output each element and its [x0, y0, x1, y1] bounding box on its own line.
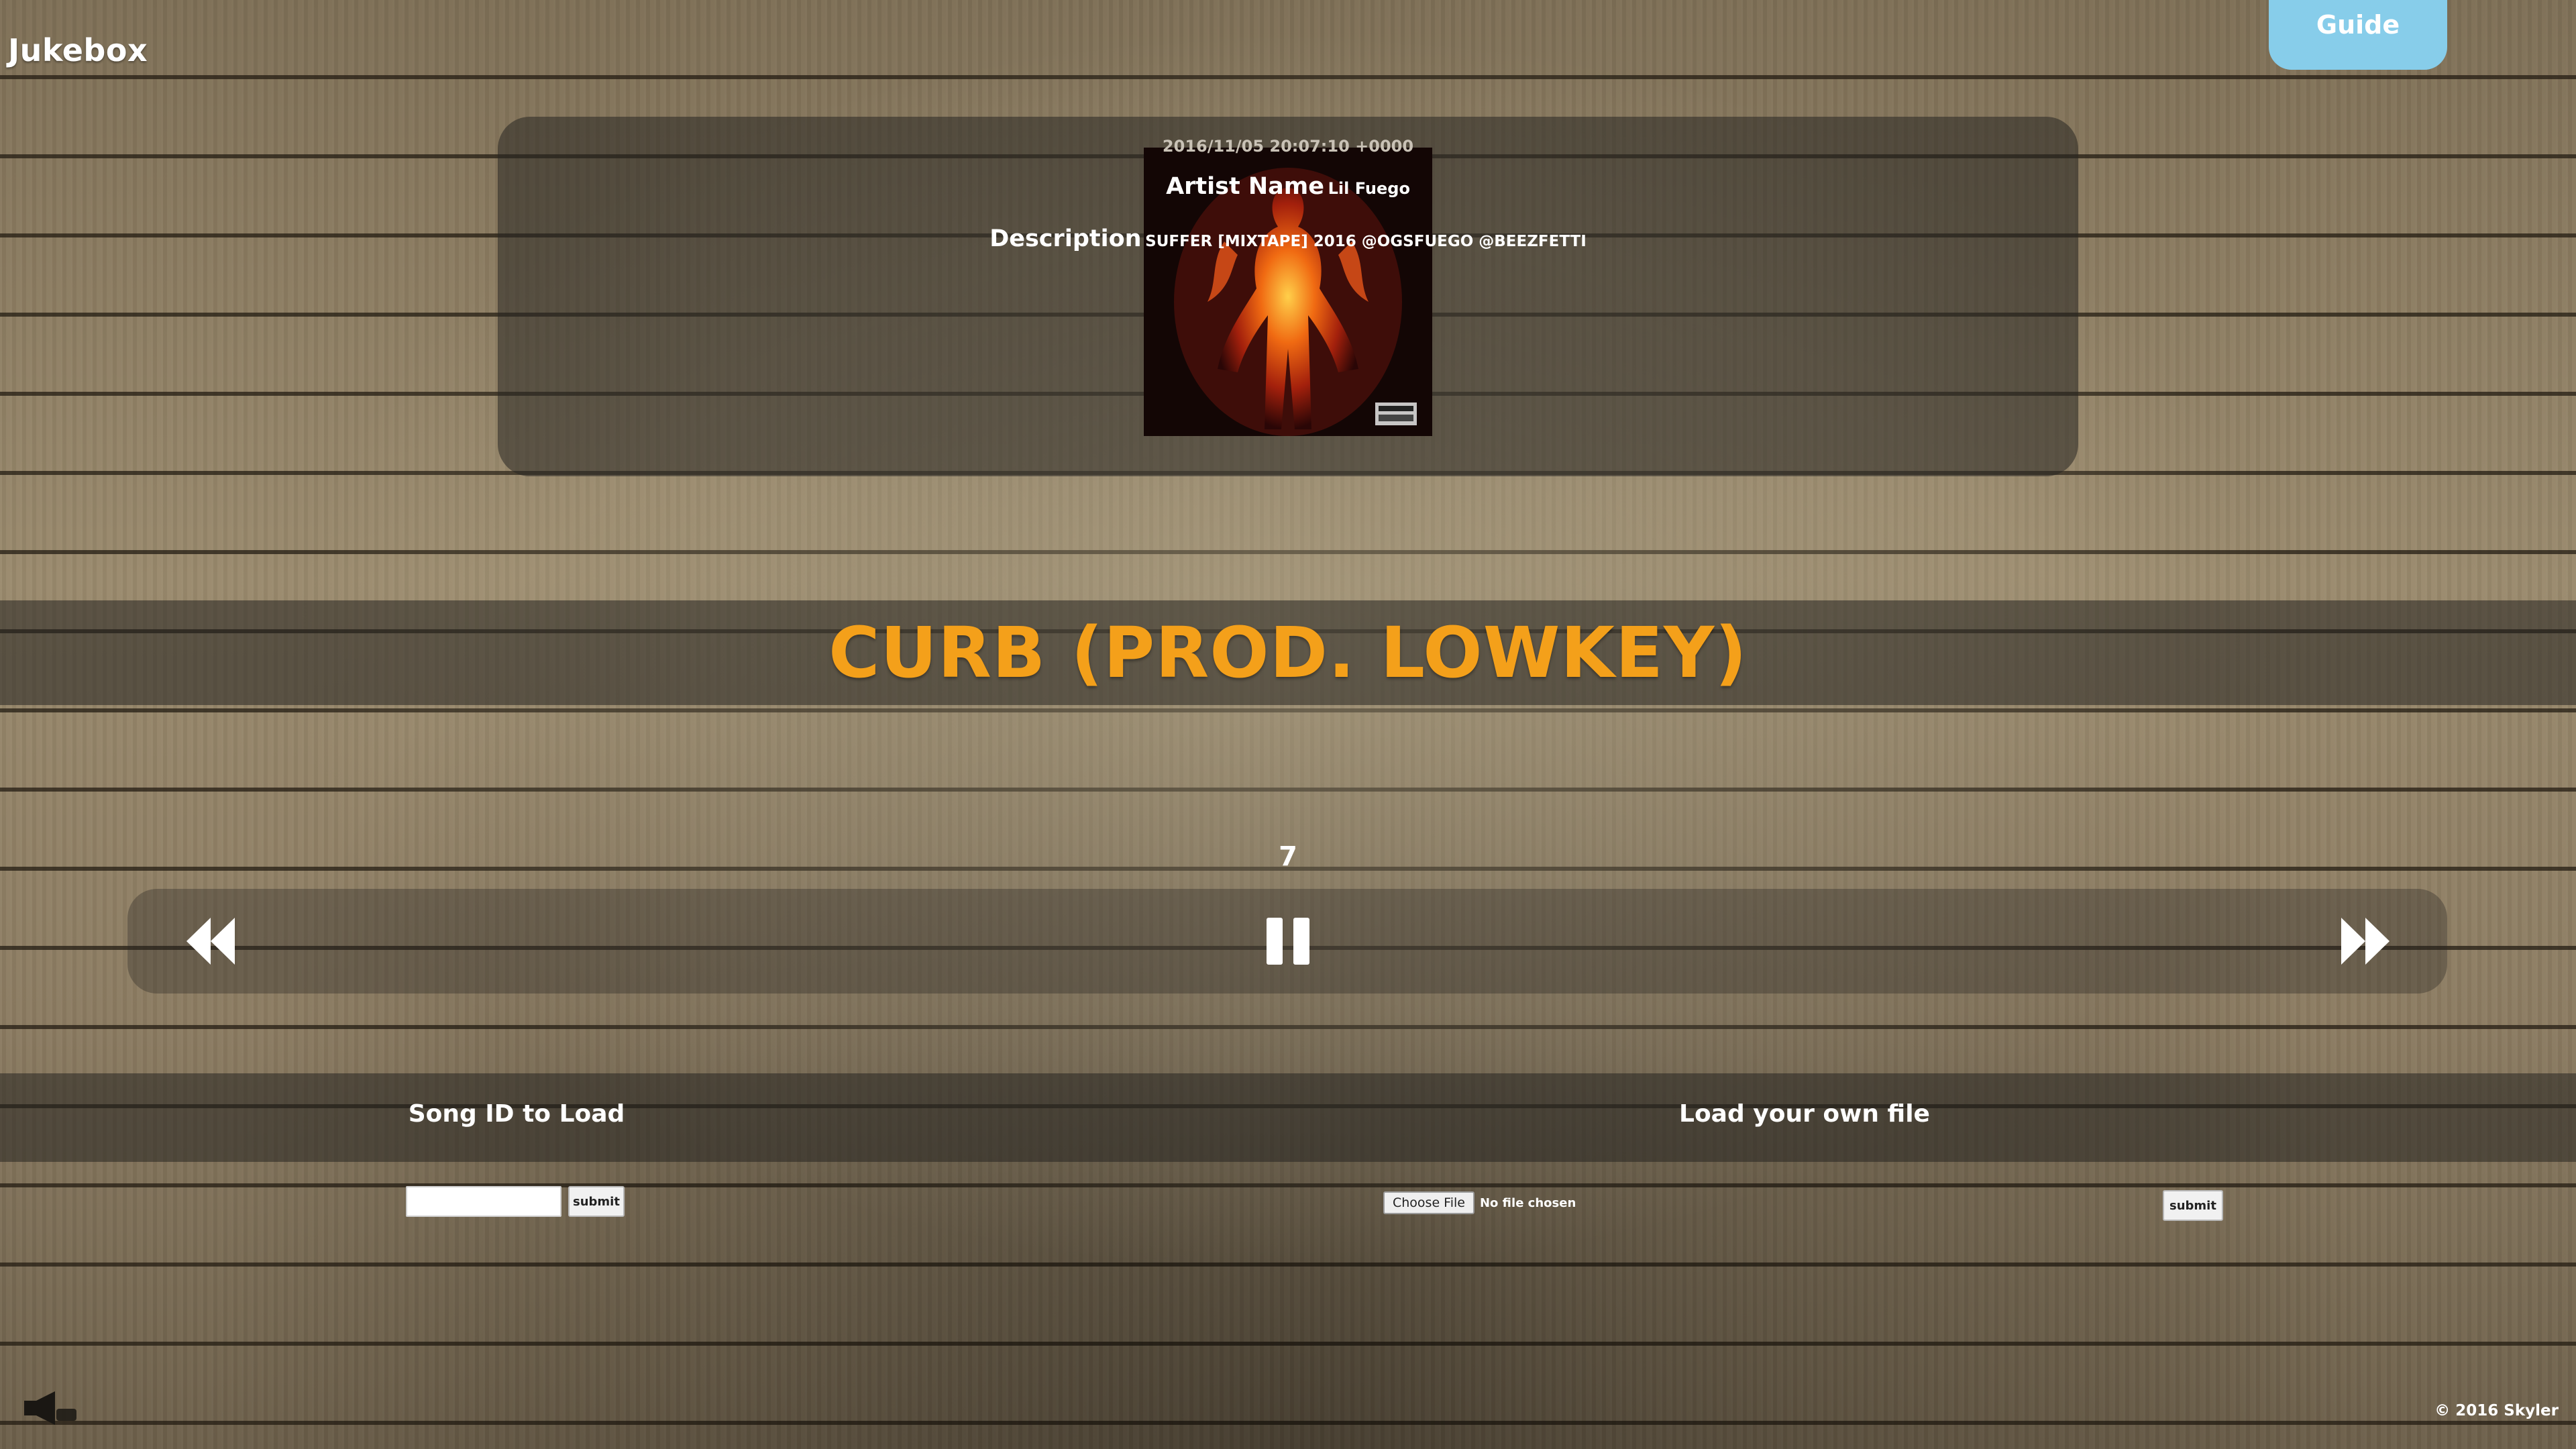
rewind-icon[interactable] [184, 916, 237, 966]
song-id-submit-button[interactable]: submit [568, 1186, 625, 1217]
copyright-text: © 2016 Skyler [2434, 1402, 2559, 1419]
description-row: Description SUFFER [MIXTAPE] 2016 @OGSFU… [939, 225, 1637, 252]
artist-label: Artist Name [1166, 173, 1325, 200]
song-id-heading: Song ID to Load [408, 1100, 625, 1128]
file-status-text: No file chosen [1479, 1195, 1576, 1210]
song-title: CURB (PROD. LOWKEY) [828, 612, 1748, 694]
now-playing-band: CURB (PROD. LOWKEY) [0, 600, 2576, 705]
pause-icon[interactable] [1261, 916, 1315, 966]
load-file-heading: Load your own file [1679, 1100, 1930, 1128]
track-number: 7 [1279, 841, 1297, 872]
speaker-icon[interactable] [15, 1391, 79, 1425]
song-id-input[interactable] [406, 1186, 561, 1217]
artist-value: Lil Fuego [1328, 179, 1410, 198]
fast-forward-icon[interactable] [2339, 916, 2392, 966]
description-value: SUFFER [MIXTAPE] 2016 @OGSFUEGO @BEEZFET… [1145, 233, 1587, 250]
artist-row: Artist Name Lil Fuego [1006, 173, 1570, 200]
guide-button[interactable]: Guide [2269, 0, 2447, 70]
file-picker: Choose File No file chosen [1383, 1191, 1576, 1214]
choose-file-button[interactable]: Choose File [1383, 1191, 1474, 1214]
description-label: Description [989, 225, 1142, 252]
track-timestamp: 2016/11/05 20:07:10 +0000 [1162, 137, 1414, 156]
file-submit-button[interactable]: submit [2163, 1190, 2223, 1221]
app-title: Jukebox [8, 32, 148, 68]
